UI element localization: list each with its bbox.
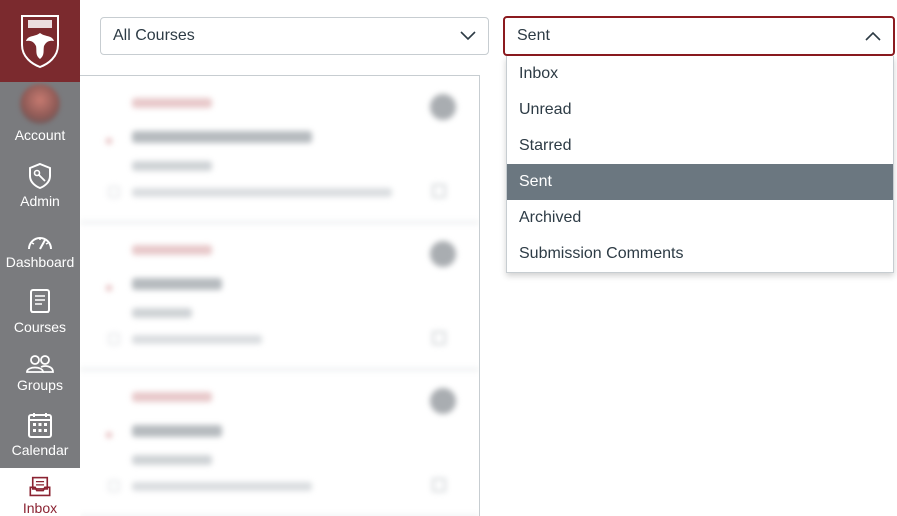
mailbox-option-sent[interactable]: Sent bbox=[507, 164, 893, 200]
unread-dot bbox=[106, 138, 112, 144]
conversation-preview-placeholder bbox=[132, 482, 312, 491]
conversation-date-placeholder bbox=[132, 392, 212, 402]
nav-label: Dashboard bbox=[5, 254, 75, 270]
university-logo[interactable] bbox=[0, 0, 80, 82]
nav-label: Admin bbox=[20, 193, 60, 209]
shield-icon bbox=[29, 162, 51, 190]
reply-icon bbox=[432, 184, 446, 198]
conversation-preview-placeholder bbox=[132, 335, 262, 344]
nav-account[interactable]: Account bbox=[0, 84, 80, 143]
avatar bbox=[430, 388, 456, 414]
nav-admin[interactable]: Admin bbox=[0, 162, 80, 209]
conversation-participants-placeholder bbox=[132, 131, 312, 143]
inbox-icon bbox=[29, 476, 51, 497]
unread-dot bbox=[106, 432, 112, 438]
canvas-inbox-app: Account Admin Dashboard Courses Groups C… bbox=[0, 0, 897, 516]
global-nav: Account Admin Dashboard Courses Groups C… bbox=[0, 0, 80, 516]
conversation-participants-placeholder bbox=[132, 278, 222, 290]
reply-icon bbox=[432, 478, 446, 492]
nav-groups[interactable]: Groups bbox=[0, 354, 80, 393]
avatar bbox=[430, 94, 456, 120]
conversation-list bbox=[80, 75, 480, 516]
checkbox-icon bbox=[108, 333, 120, 345]
nav-label: Courses bbox=[13, 319, 67, 335]
conversation-preview-placeholder bbox=[132, 188, 392, 197]
avatar bbox=[430, 241, 456, 267]
unread-dot bbox=[106, 285, 112, 291]
nav-label: Groups bbox=[17, 377, 63, 393]
chevron-down-icon bbox=[460, 31, 476, 41]
mailbox-option-starred[interactable]: Starred bbox=[507, 128, 893, 164]
conversation-list-blurred bbox=[80, 76, 479, 516]
conversation-item bbox=[80, 76, 479, 223]
course-filter-select[interactable]: All Courses bbox=[100, 17, 489, 55]
nav-label: Calendar bbox=[11, 442, 69, 458]
book-icon bbox=[30, 289, 50, 313]
reply-icon bbox=[432, 331, 446, 345]
groups-icon bbox=[26, 355, 54, 373]
mailbox-filter-value: Sent bbox=[517, 27, 550, 44]
mailbox-option-inbox[interactable]: Inbox bbox=[507, 56, 893, 92]
dashboard-icon bbox=[28, 237, 52, 250]
conversation-subject-placeholder bbox=[132, 161, 212, 171]
nav-courses[interactable]: Courses bbox=[0, 288, 80, 335]
phoenix-crest-icon bbox=[21, 15, 59, 69]
nav-calendar[interactable]: Calendar bbox=[0, 411, 80, 458]
nav-inbox[interactable]: Inbox bbox=[0, 468, 80, 516]
nav-label: Account bbox=[14, 127, 66, 143]
conversation-date-placeholder bbox=[132, 245, 212, 255]
conversation-date-placeholder bbox=[132, 98, 212, 108]
conversation-participants-placeholder bbox=[132, 425, 222, 437]
course-filter-value: All Courses bbox=[113, 27, 195, 44]
conversation-subject-placeholder bbox=[132, 455, 212, 465]
mailbox-filter-menu: Inbox Unread Starred Sent Archived Submi… bbox=[506, 56, 894, 273]
chevron-up-icon bbox=[865, 31, 881, 41]
conversation-subject-placeholder bbox=[132, 308, 192, 318]
mailbox-option-unread[interactable]: Unread bbox=[507, 92, 893, 128]
nav-label: Inbox bbox=[22, 500, 58, 516]
mailbox-filter-select[interactable]: Sent bbox=[503, 16, 895, 56]
mailbox-option-archived[interactable]: Archived bbox=[507, 200, 893, 236]
nav-dashboard[interactable]: Dashboard bbox=[0, 231, 80, 270]
mailbox-option-submission-comments[interactable]: Submission Comments bbox=[507, 236, 893, 272]
avatar bbox=[20, 84, 60, 124]
calendar-icon bbox=[28, 413, 52, 438]
conversation-item bbox=[80, 370, 479, 516]
conversation-item bbox=[80, 223, 479, 370]
checkbox-icon bbox=[108, 480, 120, 492]
checkbox-icon bbox=[108, 186, 120, 198]
